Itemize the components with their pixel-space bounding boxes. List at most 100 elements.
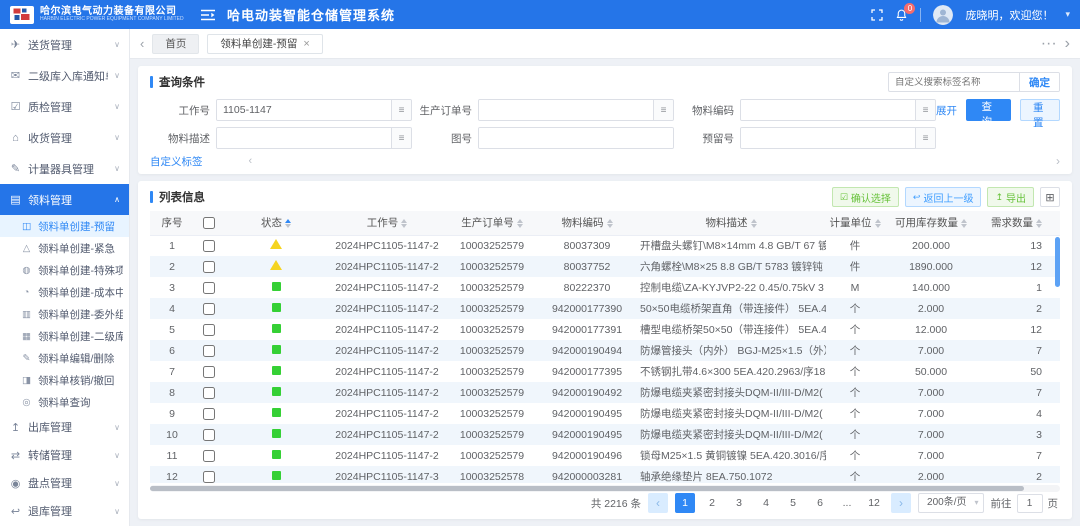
sort-icon[interactable] <box>751 219 757 228</box>
sidebar-subitem[interactable]: ✎ 领料单编辑/删除 <box>0 347 129 369</box>
row-checkbox[interactable] <box>203 387 215 399</box>
user-menu-caret-icon[interactable]: ▾ <box>1065 9 1070 20</box>
filter-icon[interactable]: ≡ <box>915 100 935 120</box>
row-checkbox[interactable] <box>203 261 215 273</box>
prev-page-button[interactable]: ‹ <box>648 493 668 513</box>
page-number-button[interactable]: 1 <box>675 493 695 513</box>
page-number-button[interactable]: 3 <box>729 493 749 513</box>
tag-scroll-right-icon[interactable]: › <box>1056 154 1060 168</box>
sidebar-subitem[interactable]: ◔ 领料单创建-成本中心 <box>0 281 129 303</box>
custom-tag-name-input[interactable] <box>889 77 1019 88</box>
select-all-checkbox[interactable] <box>203 217 215 229</box>
collapse-sidebar-icon[interactable] <box>201 9 215 21</box>
sidebar-item[interactable]: ↥ 出库管理 ∨ <box>0 413 129 441</box>
column-settings-icon[interactable]: ⊞ <box>1040 187 1060 207</box>
col-work-no[interactable]: 工作号 <box>328 211 446 235</box>
table-row[interactable]: 3 2024HPC1105-1147-2 10003252579 8022237… <box>150 277 1060 298</box>
user-avatar[interactable] <box>933 5 953 25</box>
row-checkbox[interactable] <box>203 366 215 378</box>
horizontal-scrollbar-thumb[interactable] <box>150 486 1024 491</box>
material-desc-input[interactable] <box>217 128 391 148</box>
page-number-button[interactable]: 12 <box>864 493 884 513</box>
horizontal-scrollbar[interactable] <box>150 485 1060 492</box>
sort-icon[interactable] <box>1036 219 1042 228</box>
row-checkbox[interactable] <box>203 303 215 315</box>
sidebar-subitem[interactable]: ▦ 领料单创建-二级库 <box>0 325 129 347</box>
search-button[interactable]: 查询 <box>966 99 1011 121</box>
col-status[interactable]: 状态 <box>224 211 328 235</box>
sidebar-item[interactable]: ✉ 二级库入库通知单 ∨ <box>0 60 129 91</box>
row-checkbox[interactable] <box>203 345 215 357</box>
tab-material-requisition-reserve[interactable]: 领料单创建-预留 × <box>207 34 322 54</box>
sidebar-subitem[interactable]: ◨ 领料单核销/撤回 <box>0 369 129 391</box>
filter-icon[interactable]: ≡ <box>653 100 673 120</box>
page-number-button[interactable]: 5 <box>783 493 803 513</box>
sidebar-subitem[interactable]: ▥ 领料单创建-委外组件 <box>0 303 129 325</box>
sort-icon[interactable] <box>517 219 523 228</box>
custom-tag-link[interactable]: 自定义标签 <box>150 154 203 169</box>
sidebar-item[interactable]: ✈ 送货管理 ∨ <box>0 29 129 60</box>
sidebar-item-material-requisition[interactable]: ▤ 领料管理 ∧ <box>0 184 129 215</box>
page-number-button[interactable]: 4 <box>756 493 776 513</box>
row-checkbox[interactable] <box>203 408 215 420</box>
sidebar-item[interactable]: ⇄ 转储管理 ∨ <box>0 441 129 469</box>
col-material-desc[interactable]: 物料描述 <box>636 211 826 235</box>
col-available-qty[interactable]: 可用库存数量 <box>884 211 978 235</box>
filter-icon[interactable]: ≡ <box>391 100 411 120</box>
col-unit[interactable]: 计量单位 <box>826 211 884 235</box>
sort-icon[interactable] <box>875 219 881 228</box>
expand-query-link[interactable]: 展开 <box>936 103 957 118</box>
table-row[interactable]: 6 2024HPC1105-1147-2 10003252579 9420001… <box>150 340 1060 361</box>
filter-icon[interactable]: ≡ <box>915 128 935 148</box>
close-icon[interactable]: × <box>303 35 309 53</box>
page-number-button[interactable]: 6 <box>810 493 830 513</box>
table-row[interactable]: 12 2024HPC1105-1147-3 10003252578 942000… <box>150 466 1060 483</box>
col-order-no[interactable]: 生产订单号 <box>446 211 538 235</box>
page-number-button[interactable]: ... <box>837 493 857 513</box>
goto-page-input[interactable] <box>1017 494 1043 513</box>
row-checkbox[interactable] <box>203 240 215 252</box>
col-demand-qty[interactable]: 需求数量 <box>978 211 1060 235</box>
table-row[interactable]: 4 2024HPC1105-1147-2 10003252579 9420001… <box>150 298 1060 319</box>
sidebar-subitem[interactable]: ◫ 领料单创建-预留 <box>0 215 129 237</box>
row-checkbox[interactable] <box>203 429 215 441</box>
material-code-input[interactable] <box>741 100 915 120</box>
row-checkbox[interactable] <box>203 282 215 294</box>
vertical-scrollbar[interactable] <box>1055 237 1060 287</box>
sort-icon[interactable] <box>961 219 967 228</box>
page-size-select[interactable]: 200条/页 ▾ <box>918 493 983 513</box>
confirm-tag-button[interactable]: 确定 <box>1019 73 1059 91</box>
tabs-forward-icon[interactable]: › <box>1065 35 1070 53</box>
table-row[interactable]: 1 2024HPC1105-1147-2 10003252579 8003730… <box>150 235 1060 256</box>
reserve-no-input[interactable] <box>741 128 915 148</box>
sidebar-item[interactable]: ☑ 质检管理 ∨ <box>0 91 129 122</box>
sidebar-subitem[interactable]: ◍ 领料单创建-特殊项目 <box>0 259 129 281</box>
export-button[interactable]: ↥ 导出 <box>987 187 1034 207</box>
back-upper-level-button[interactable]: ↩ 返回上一级 <box>905 187 982 207</box>
table-row[interactable]: 11 2024HPC1105-1147-2 10003252579 942000… <box>150 445 1060 466</box>
table-row[interactable]: 9 2024HPC1105-1147-2 10003252579 9420001… <box>150 403 1060 424</box>
table-row[interactable]: 10 2024HPC1105-1147-2 10003252579 942000… <box>150 424 1060 445</box>
production-order-input[interactable] <box>479 100 653 120</box>
filter-icon[interactable]: ≡ <box>391 128 411 148</box>
sidebar-item[interactable]: ⌂ 收货管理 ∨ <box>0 122 129 153</box>
row-checkbox[interactable] <box>203 324 215 336</box>
tab-home[interactable]: 首页 <box>152 34 199 54</box>
table-row[interactable]: 2 2024HPC1105-1147-2 10003252579 8003775… <box>150 256 1060 277</box>
page-number-button[interactable]: 2 <box>702 493 722 513</box>
sort-icon[interactable] <box>401 219 407 228</box>
reset-button[interactable]: 重置 <box>1020 99 1061 121</box>
sidebar-item[interactable]: ✎ 计量器具管理 ∨ <box>0 153 129 184</box>
sidebar-item[interactable]: ↩ 退库管理 ∨ <box>0 497 129 525</box>
sort-icon[interactable] <box>285 219 291 228</box>
sidebar-subitem[interactable]: ◎ 领料单查询 <box>0 391 129 413</box>
sidebar-item[interactable]: ◉ 盘点管理 ∨ <box>0 469 129 497</box>
drawing-no-input[interactable] <box>479 128 673 148</box>
fullscreen-icon[interactable] <box>871 9 883 21</box>
confirm-select-button[interactable]: ☑ 确认选择 <box>832 187 899 207</box>
tag-scroll-left-icon[interactable]: ‹ <box>249 155 253 167</box>
tabs-more-icon[interactable]: ··· <box>1041 35 1057 53</box>
sidebar-subitem[interactable]: △ 领料单创建-紧急 <box>0 237 129 259</box>
table-row[interactable]: 5 2024HPC1105-1147-2 10003252579 9420001… <box>150 319 1060 340</box>
col-material-code[interactable]: 物料编码 <box>538 211 636 235</box>
